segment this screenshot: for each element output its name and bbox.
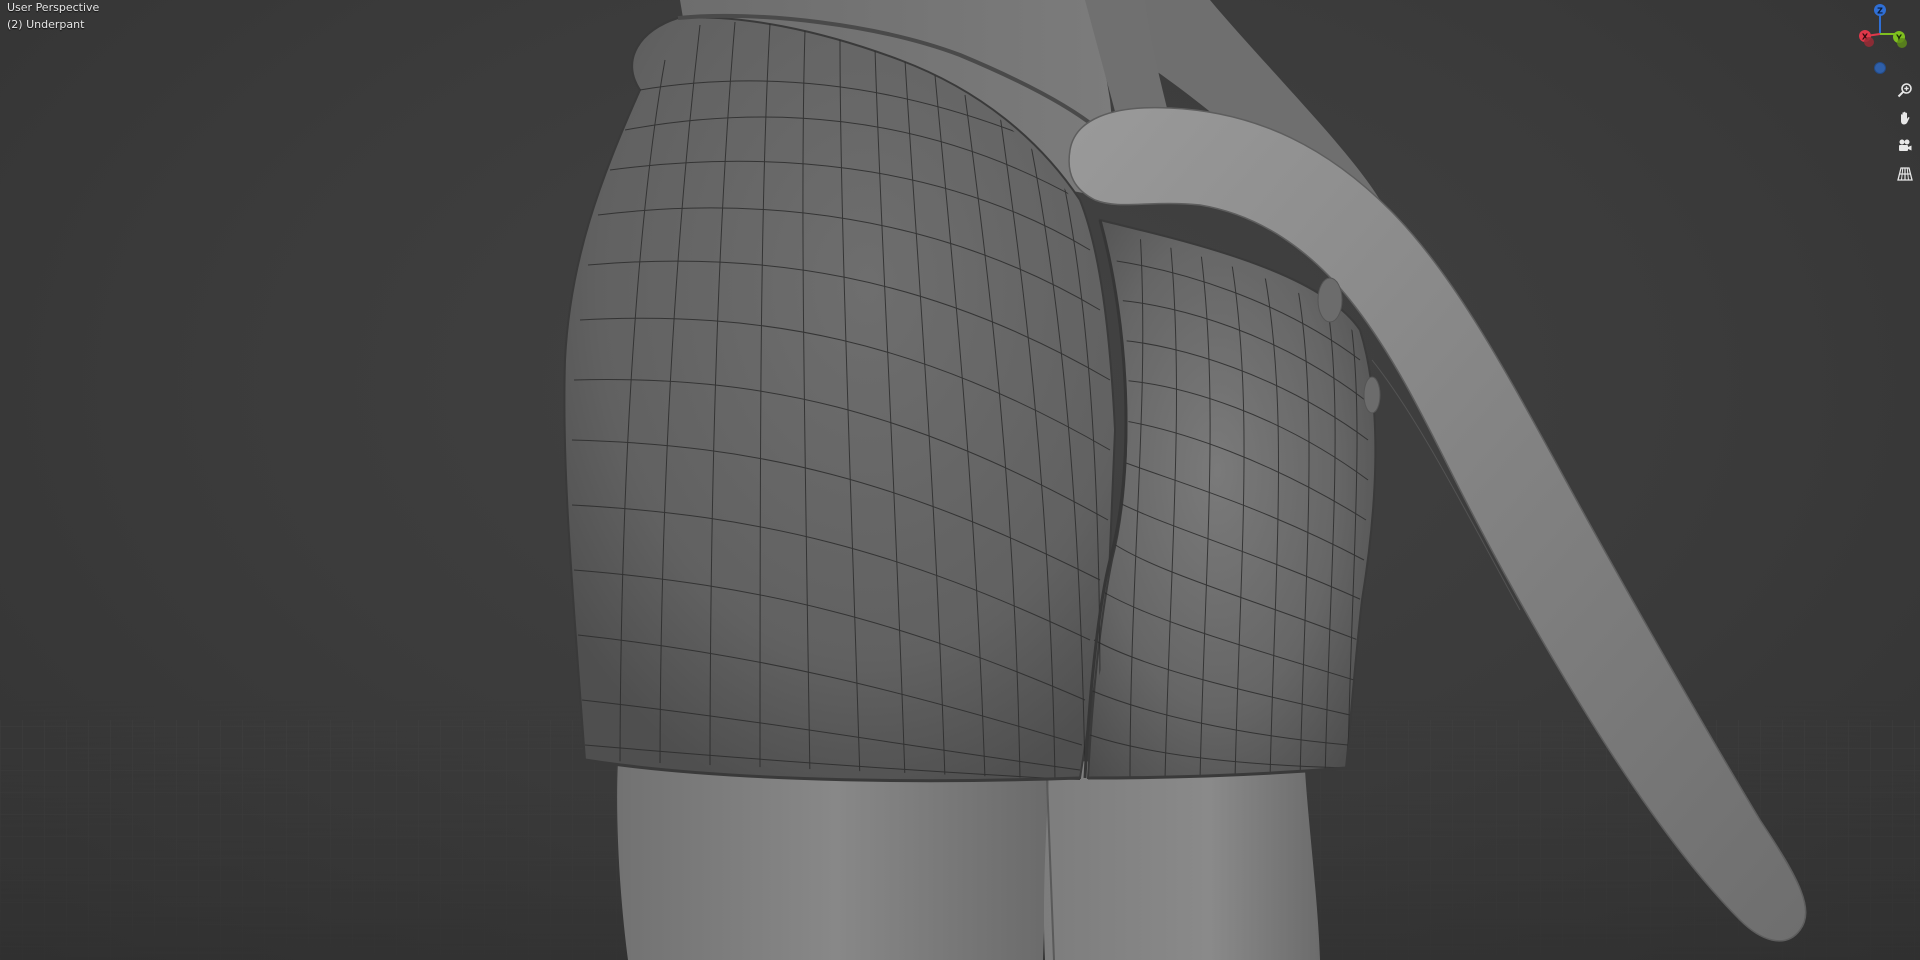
right-leg <box>1043 760 1320 960</box>
scene-render <box>0 0 1920 960</box>
pan-button[interactable] <box>1893 106 1917 130</box>
zoom-icon <box>1897 83 1912 98</box>
object-label: (2) Underpant <box>7 18 85 31</box>
grid-icon <box>1897 167 1913 181</box>
navigation-gizmo[interactable]: Z Y X <box>1844 0 1920 80</box>
camera-icon <box>1899 139 1912 151</box>
perspective-toggle-button[interactable] <box>1893 162 1917 186</box>
left-leg <box>617 760 1055 960</box>
neg-z-axis-handle[interactable] <box>1874 62 1886 74</box>
zoom-button[interactable] <box>1893 78 1917 102</box>
hand-icon <box>1901 111 1910 125</box>
3d-viewport[interactable]: User Perspective (2) Underpant Z Y X <box>0 0 1920 960</box>
camera-view-button[interactable] <box>1893 134 1917 158</box>
z-axis-label: Z <box>1877 7 1883 16</box>
view-label: User Perspective <box>7 1 100 14</box>
neg-x-axis-handle[interactable] <box>1864 37 1874 47</box>
neg-y-axis-handle[interactable] <box>1897 38 1907 48</box>
